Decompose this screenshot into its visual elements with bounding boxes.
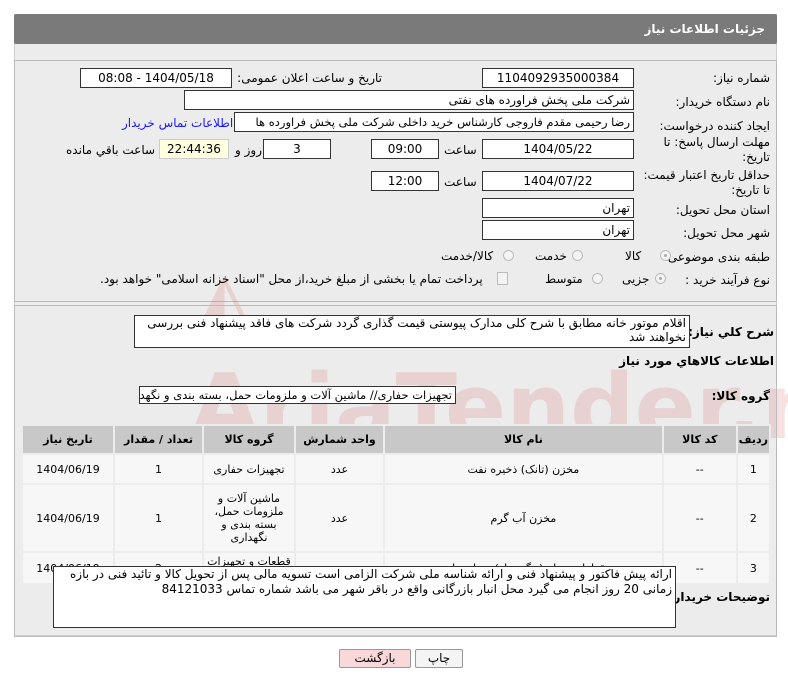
category-radio-both[interactable] [503,250,514,261]
province-label: استان محل تحویل: [675,203,770,217]
days-field: 3 [263,139,331,159]
col-code: کد کالا [661,424,738,455]
col-unit: واحد شمارش [294,424,385,455]
item-qty: 1 [113,483,204,553]
deadline-label: مهلت ارسال پاسخ: تا تاریخ: [663,135,770,164]
print-button[interactable]: چاپ [415,649,463,668]
category-radio-goods[interactable] [660,250,671,261]
col-qty: تعداد / مقدار [113,424,204,455]
need-number-field: 1104092935000384 [482,68,634,88]
goods-group-field: تجهیزات حفاری// ماشین آلات و ملزومات حمل… [139,386,456,404]
process-label: نوع فرآیند خرید : [685,273,770,287]
goods-table: ردیف کد کالا نام کالا واحد شمارش گروه کا… [21,424,772,585]
item-date: 1404/06/19 [21,483,115,553]
process-radio-minor[interactable] [655,273,666,284]
row-number: 2 [735,483,772,553]
page-title: جزئیات اطلاعات نیاز [644,22,765,36]
category-option-service: خدمت [535,249,567,263]
creator-field: رضا رحیمی مقدم فاروجی کارشناس خرید داخلی… [234,112,634,132]
description-label: شرح کلي نياز: [688,325,774,339]
description-textarea[interactable]: اقلام موتور خانه مطابق با شرح کلی مدارک … [134,315,690,348]
back-button[interactable]: بازگشت [339,649,411,668]
category-option-both: کالا/خدمت [441,249,494,263]
deadline-time-label: ساعت [444,143,477,157]
item-date: 1404/06/19 [21,453,115,485]
buyer-notes-textarea[interactable]: ارائه پیش فاکتور و پیشنهاد فنی و ارائه ش… [53,566,676,628]
col-group: گروه کالا [202,424,296,455]
goods-section-title: اطلاعات کالاهاي مورد نياز [619,354,774,368]
table-header-row: ردیف کد کالا نام کالا واحد شمارش گروه کا… [21,424,772,455]
payment-note: پرداخت تمام یا بخشی از مبلغ خرید،از محل … [100,272,483,286]
col-name: نام کالا [383,424,664,455]
item-code: -- [661,453,738,485]
category-option-goods: کالا [625,249,642,263]
process-option-minor: جزیی [622,272,650,286]
payment-checkbox[interactable] [497,272,508,285]
row-number: 3 [735,551,772,585]
goods-group-label: گروه کالا: [711,389,770,403]
process-radio-medium[interactable] [592,273,603,284]
page-header: جزئیات اطلاعات نیاز [14,14,777,44]
process-option-medium: متوسط [545,272,583,286]
buyer-notes-label: توضیحات خریدار: [668,590,770,604]
deadline-time-field: 09:00 [371,139,439,159]
item-name: مخزن (تانک) ذخیره نفت [383,453,664,485]
goods-group-value: تجهیزات حفاری// ماشین آلات و ملزومات حمل… [139,388,452,402]
creator-label: ایجاد کننده درخواست: [659,119,770,133]
validity-label: حداقل تاريخ اعتبار قيمت: تا تاریخ: [643,168,770,197]
category-radio-service[interactable] [572,250,583,261]
buyer-org-label: نام دستگاه خریدار: [675,95,771,109]
city-field: تهران [482,220,634,240]
validity-time-field: 12:00 [371,171,439,191]
buyer-org-field: شرکت ملی پخش فراورده های نفتی [184,90,634,110]
item-qty: 1 [113,453,204,485]
need-number-label: شماره نیاز: [713,71,770,85]
item-unit: عدد [294,453,385,485]
table-row: 1 -- مخزن (تانک) ذخیره نفت عدد تجهیزات حفاری… [21,453,772,485]
announce-label: تاریخ و ساعت اعلان عمومی: [237,71,382,85]
validity-time-label: ساعت [444,175,477,189]
item-code: -- [661,483,738,553]
item-group: ماشین آلات و ملزومات حمل، بسته بندی و نگ… [202,483,296,553]
item-group: تجهیزات حفاری [202,453,296,485]
col-row: ردیف [735,424,772,455]
announce-field: 1404/05/18 - 08:08 [80,68,232,88]
item-unit: عدد [294,483,385,553]
validity-date-field: 1404/07/22 [482,171,634,191]
table-row: 2 -- مخزن آب گرم عدد ماشین آلات و ملزومات حم… [21,483,772,553]
item-name: مخزن آب گرم [383,483,664,553]
days-label: روز و [235,143,262,157]
deadline-date-field: 1404/05/22 [482,139,634,159]
province-field: تهران [482,198,634,218]
remaining-label: ساعت باقي مانده [66,143,156,157]
city-label: شهر محل تحویل: [683,226,770,240]
col-date: تاریخ نیاز [21,424,115,455]
remaining-time-field: 22:44:36 [159,139,229,159]
category-label: طبقه بندی موضوعی: [663,250,770,264]
row-number: 1 [735,453,772,485]
contact-buyer-link[interactable]: اطلاعات تماس خریدار [122,116,233,130]
